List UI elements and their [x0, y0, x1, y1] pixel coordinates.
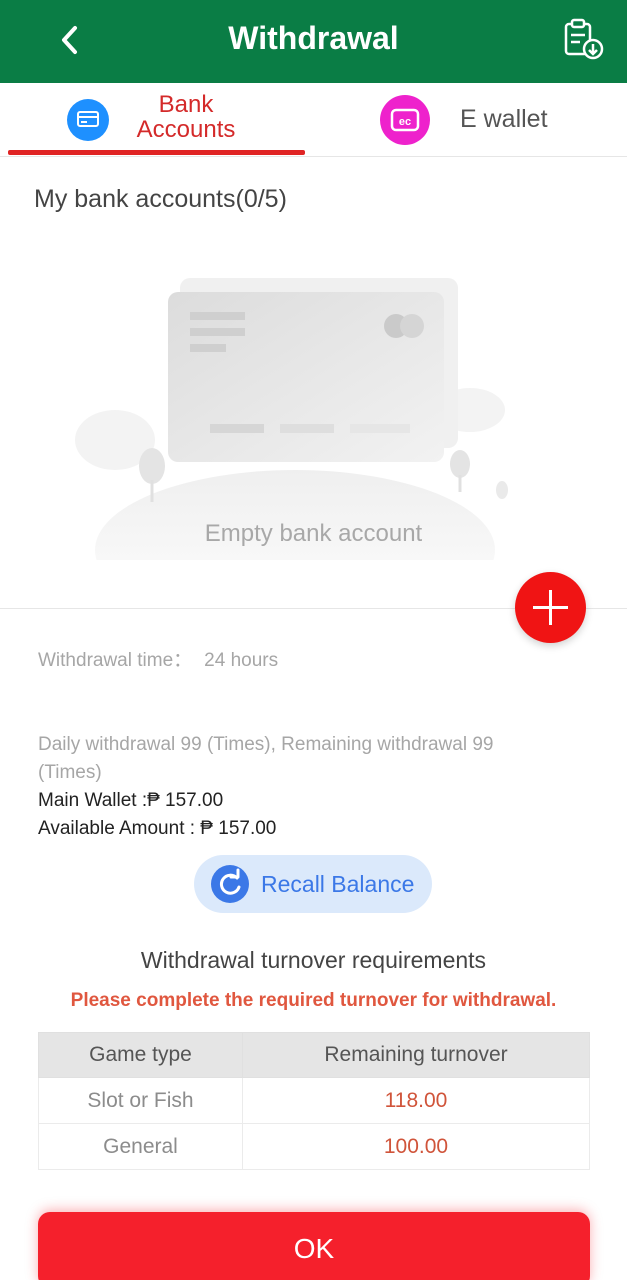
- wallet-balances: Main Wallet :₱ 157.00 Available Amount :…: [38, 787, 276, 843]
- bank-accounts-count: My bank accounts(0/5): [34, 185, 287, 213]
- refresh-icon: [211, 865, 249, 903]
- game-type-cell: Slot or Fish: [38, 1077, 243, 1124]
- column-header-game-type: Game type: [38, 1032, 243, 1078]
- active-tab-indicator: [8, 150, 305, 155]
- tab-e-wallet[interactable]: ec E wallet: [313, 83, 627, 157]
- daily-withdrawal-limit: Daily withdrawal 99 (Times), Remaining w…: [38, 734, 494, 783]
- clipboard-download-icon: [564, 18, 604, 60]
- empty-bank-account-text: Empty bank account: [204, 520, 423, 547]
- ok-button[interactable]: OK: [38, 1212, 590, 1280]
- recall-balance-label: Recall Balance: [261, 871, 415, 897]
- page-title: Withdrawal: [228, 20, 399, 56]
- turnover-table: Game type Remaining turnover Slot or Fis…: [38, 1032, 590, 1170]
- table-row: Slot or Fish 118.00: [38, 1077, 590, 1124]
- main-wallet-balance: Main Wallet :₱ 157.00: [38, 790, 224, 811]
- svg-text:ec: ec: [399, 116, 411, 128]
- e-wallet-icon: ec: [380, 95, 430, 145]
- recall-balance-button[interactable]: Recall Balance: [194, 855, 432, 913]
- game-type-cell: General: [38, 1123, 243, 1170]
- tab-bank-accounts[interactable]: Bank Accounts: [0, 83, 313, 157]
- withdrawal-time: Withdrawal time： 24 hours: [38, 645, 278, 672]
- table-row: General 100.00: [38, 1123, 590, 1170]
- tab-e-wallet-label: E wallet: [460, 105, 548, 133]
- add-bank-account-button[interactable]: [515, 572, 586, 643]
- column-header-remaining-turnover: Remaining turnover: [242, 1032, 590, 1078]
- ok-button-label: OK: [293, 1233, 335, 1264]
- withdrawal-time-value: 24 hours: [204, 650, 279, 671]
- available-amount: Available Amount : ₱ 157.00: [38, 818, 277, 839]
- empty-card-illustration: [75, 278, 508, 560]
- remaining-turnover-cell: 100.00: [242, 1123, 590, 1170]
- remaining-turnover-cell: 118.00: [242, 1077, 590, 1124]
- turnover-warning: Please complete the required turnover fo…: [70, 990, 557, 1011]
- withdrawal-time-label: Withdrawal time：: [38, 650, 193, 671]
- withdrawal-tabs: Bank Accounts ec E wallet: [0, 83, 627, 157]
- tab-bank-accounts-label: Bank Accounts: [136, 91, 236, 143]
- turnover-title: Withdrawal turnover requirements: [140, 947, 487, 973]
- table-header-row: Game type Remaining turnover: [38, 1032, 590, 1078]
- withdrawal-record-button[interactable]: [560, 16, 606, 62]
- bank-card-icon: [67, 99, 109, 141]
- app-header: Withdrawal: [0, 0, 627, 83]
